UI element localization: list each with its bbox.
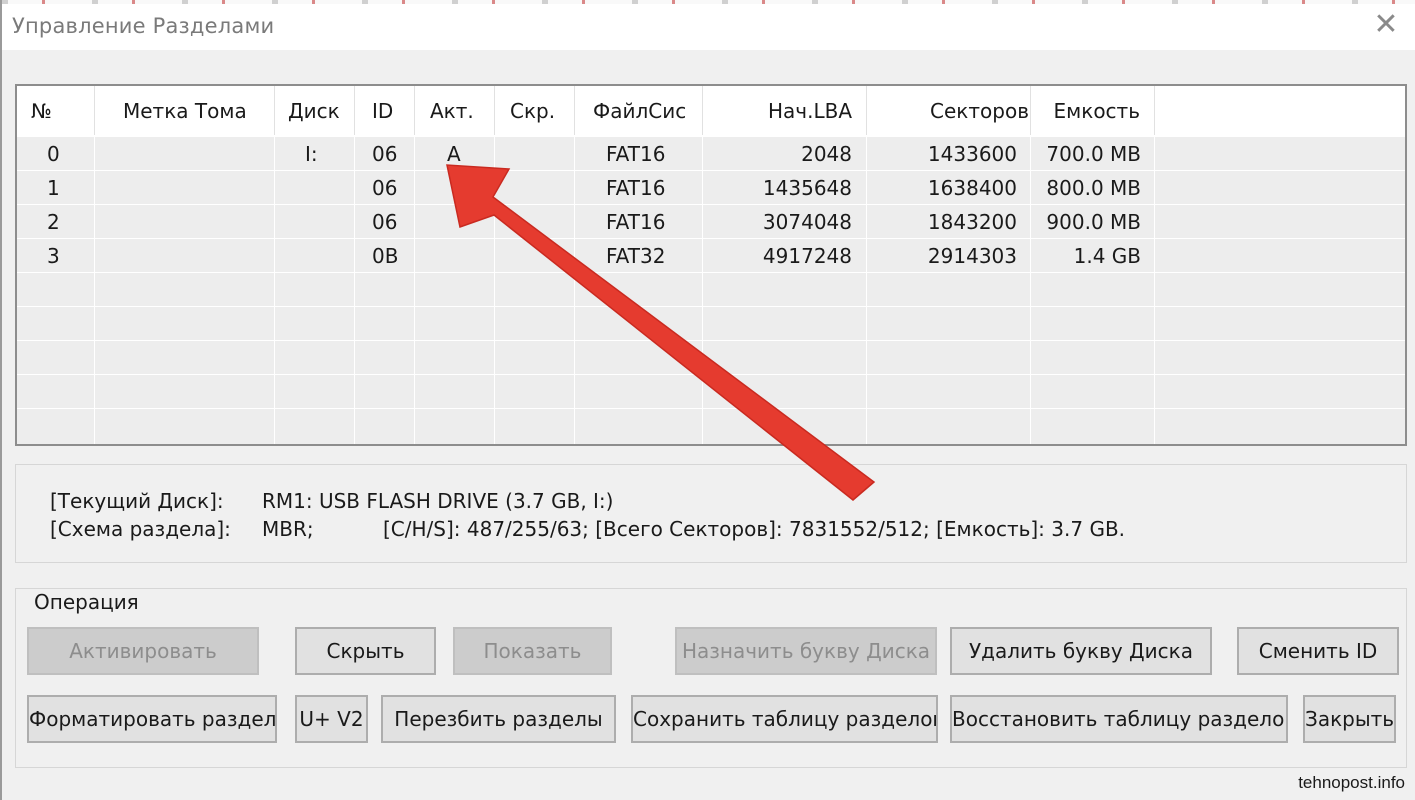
- header-divider: [1154, 86, 1155, 135]
- cell-filesystem[interactable]: FAT32: [606, 244, 665, 268]
- header-divider: [94, 86, 95, 135]
- remove-drive-letter-button[interactable]: Удалить букву Диска: [950, 627, 1212, 675]
- partition-scheme-value: MBR;: [262, 517, 314, 541]
- column-header-volume-label[interactable]: Метка Тома: [123, 99, 247, 123]
- table-body: [17, 137, 1405, 444]
- cell-sectors[interactable]: 1843200: [928, 210, 1017, 234]
- current-disk-label: [Текущий Диск]:: [50, 489, 224, 513]
- header-divider: [702, 86, 703, 135]
- column-header-filesystem[interactable]: ФайлСис: [593, 99, 686, 123]
- column-divider: [414, 137, 415, 444]
- cell-capacity[interactable]: 1.4 GB: [1074, 244, 1141, 268]
- cell-number[interactable]: 1: [47, 176, 60, 200]
- cell-disk[interactable]: I:: [305, 142, 318, 166]
- activate-button[interactable]: Активировать: [27, 627, 259, 675]
- cell-number[interactable]: 3: [47, 244, 60, 268]
- column-header-number[interactable]: №: [31, 99, 52, 123]
- cell-filesystem[interactable]: FAT16: [606, 210, 665, 234]
- current-disk-value: RM1: USB FLASH DRIVE (3.7 GB, I:): [262, 489, 614, 513]
- operations-legend: Операция: [32, 590, 141, 614]
- cell-id[interactable]: 06: [372, 210, 397, 234]
- row-divider: [17, 408, 1405, 409]
- row-divider: [17, 170, 1405, 171]
- cell-filesystem[interactable]: FAT16: [606, 176, 665, 200]
- column-header-sectors[interactable]: Секторов: [930, 99, 1029, 123]
- column-header-id[interactable]: ID: [372, 99, 393, 123]
- assign-drive-letter-button[interactable]: Назначить букву Диска: [675, 627, 937, 675]
- disk-geometry: [C/H/S]: 487/255/63; [Всего Секторов]: 7…: [383, 517, 1126, 541]
- title-bar: Управление Разделами ✕: [2, 4, 1415, 50]
- show-button[interactable]: Показать: [453, 627, 612, 675]
- column-divider: [274, 137, 275, 444]
- cell-number[interactable]: 2: [47, 210, 60, 234]
- cell-capacity[interactable]: 700.0 MB: [1046, 142, 1141, 166]
- column-divider: [94, 137, 95, 444]
- header-divider: [274, 86, 275, 135]
- cell-capacity[interactable]: 800.0 MB: [1046, 176, 1141, 200]
- header-divider: [354, 86, 355, 135]
- cell-id[interactable]: 06: [372, 142, 397, 166]
- u-v2-button[interactable]: U+ V2: [295, 695, 368, 743]
- cell-sectors[interactable]: 1638400: [928, 176, 1017, 200]
- cell-start-lba[interactable]: 3074048: [763, 210, 852, 234]
- column-header-disk[interactable]: Диск: [288, 99, 340, 123]
- restore-partition-table-button[interactable]: Восстановить таблицу разделов: [950, 695, 1288, 743]
- cell-sectors[interactable]: 1433600: [928, 142, 1017, 166]
- cell-start-lba[interactable]: 4917248: [763, 244, 852, 268]
- column-header-start-lba[interactable]: Нач.LBA: [768, 99, 852, 123]
- window-title: Управление Разделами: [12, 14, 275, 38]
- header-divider: [866, 86, 867, 135]
- cell-number[interactable]: 0: [47, 142, 60, 166]
- disk-info-panel: [15, 464, 1407, 563]
- close-icon[interactable]: ✕: [1369, 8, 1403, 42]
- partition-scheme-label: [Схема раздела]:: [50, 517, 231, 541]
- partition-manager-window: Управление Разделами ✕ № Метка Тома Диск…: [0, 0, 1415, 800]
- save-partition-table-button[interactable]: Сохранить таблицу разделов: [631, 695, 938, 743]
- column-divider: [354, 137, 355, 444]
- header-divider: [1030, 86, 1031, 135]
- column-header-hidden[interactable]: Скр.: [510, 99, 555, 123]
- column-divider: [702, 137, 703, 444]
- format-partition-button[interactable]: Форматировать раздел: [27, 695, 277, 743]
- header-divider: [574, 86, 575, 135]
- watermark: tehnopost.info: [1298, 773, 1405, 792]
- column-header-active[interactable]: Акт.: [430, 99, 474, 123]
- cell-sectors[interactable]: 2914303: [928, 244, 1017, 268]
- row-divider: [17, 238, 1405, 239]
- cell-id[interactable]: 0B: [372, 244, 398, 268]
- row-divider: [17, 374, 1405, 375]
- column-divider: [866, 137, 867, 444]
- partition-table[interactable]: № Метка Тома Диск ID Акт. Скр. ФайлСис Н…: [15, 84, 1407, 446]
- row-divider: [17, 204, 1405, 205]
- column-header-capacity[interactable]: Емкость: [1054, 99, 1140, 123]
- row-divider: [17, 272, 1405, 273]
- row-divider: [17, 306, 1405, 307]
- cell-start-lba[interactable]: 2048: [801, 142, 852, 166]
- cell-id[interactable]: 06: [372, 176, 397, 200]
- column-divider: [574, 137, 575, 444]
- header-divider: [494, 86, 495, 135]
- cell-start-lba[interactable]: 1435648: [763, 176, 852, 200]
- cell-filesystem[interactable]: FAT16: [606, 142, 665, 166]
- header-divider: [414, 86, 415, 135]
- repartition-button[interactable]: Перезбить разделы: [381, 695, 616, 743]
- cell-capacity[interactable]: 900.0 MB: [1046, 210, 1141, 234]
- close-button[interactable]: Закрыть: [1303, 695, 1396, 743]
- column-divider: [1154, 137, 1155, 444]
- row-divider: [17, 340, 1405, 341]
- column-divider: [494, 137, 495, 444]
- cell-active[interactable]: A: [447, 142, 461, 166]
- hide-button[interactable]: Скрыть: [295, 627, 436, 675]
- column-divider: [1030, 137, 1031, 444]
- change-id-button[interactable]: Сменить ID: [1237, 627, 1399, 675]
